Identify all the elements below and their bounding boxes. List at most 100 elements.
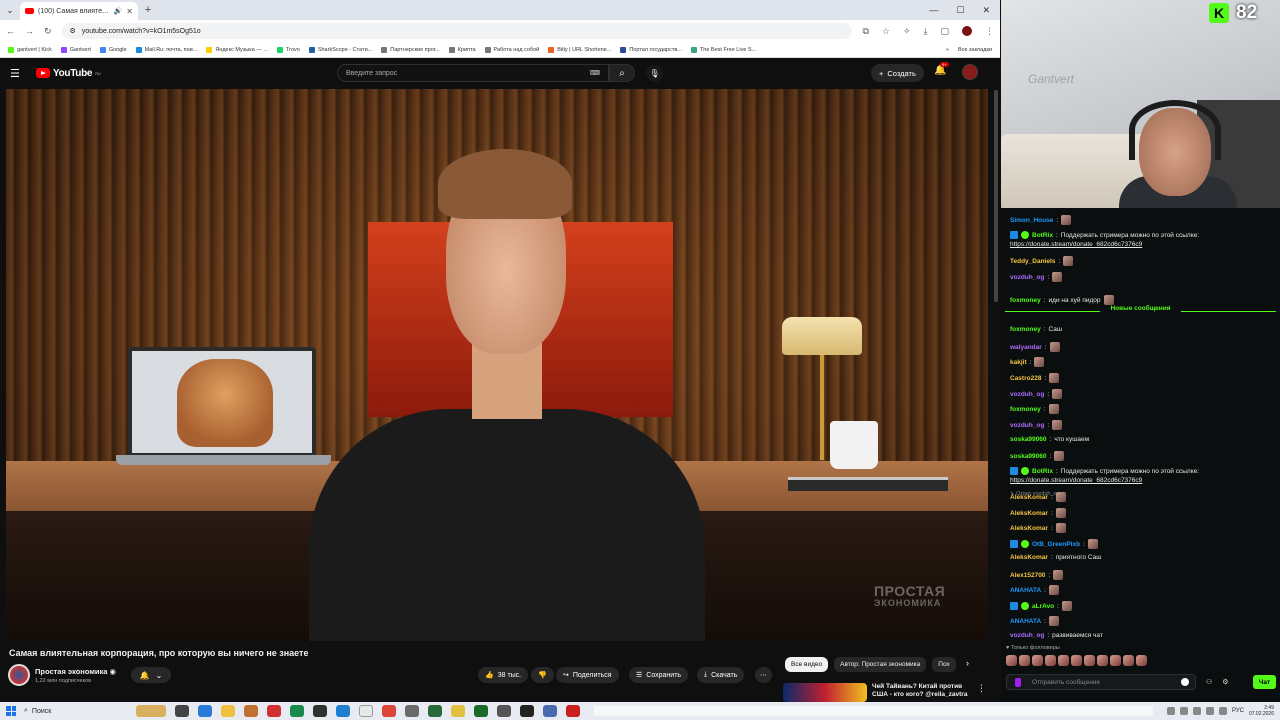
settings-gear-icon[interactable]: ⚙ [1222,678,1228,686]
split-view-icon[interactable]: ▢ [940,26,949,37]
app-icon[interactable] [313,705,327,717]
bookmark-item[interactable]: gantvert | Kick [8,46,52,53]
bookmark-item[interactable]: Крипта [448,46,476,53]
channel-name[interactable]: Простая экономика ◉ [35,667,116,676]
language-indicator[interactable]: РУС [1232,708,1244,714]
new-messages-divider[interactable]: Новые сообщения [1001,305,1280,317]
emoji-icon[interactable] [1181,678,1189,686]
recommended-video-thumbnail[interactable] [783,683,867,702]
chat-link[interactable]: https://donate.stream/donate_682cd6c7376… [1010,477,1142,484]
bookmark-item[interactable]: The Best Free Live S... [690,46,756,53]
chat-username[interactable]: ANAHATA [1010,618,1041,625]
chat-username[interactable]: vozduh_og [1010,391,1044,398]
chat-message-input[interactable]: Отправить сообщение [1006,674,1196,690]
app-icon[interactable] [543,705,557,717]
app-icon[interactable] [428,705,442,717]
maximize-icon[interactable]: ☐ [956,5,964,16]
share-button[interactable]: ↪ Поделиться [556,667,619,683]
notifications-button[interactable]: 🔔 9+ [934,62,949,76]
close-tab-icon[interactable]: ✕ [126,7,133,16]
bookmark-item[interactable]: Яндекс Музыка — ... [206,46,268,53]
bookmark-item[interactable]: Работа над собой [484,46,539,53]
chat-username[interactable]: Castro228 [1010,375,1041,382]
speaker-icon[interactable]: 🔊 [114,7,123,15]
chat-username[interactable]: Simon_House [1010,217,1053,224]
tray-icon[interactable] [1192,707,1201,715]
reload-icon[interactable]: ↻ [44,26,52,37]
subscription-bell-button[interactable]: 🔔 ⌄ [131,667,171,683]
tray-icon[interactable] [1166,707,1175,715]
like-button[interactable]: 👍 38 тыс. [478,667,529,683]
chat-username[interactable]: walyandar [1010,344,1042,351]
app-icon[interactable] [520,705,534,717]
chat-username[interactable]: AleksKomar [1010,494,1048,501]
recommended-video-title[interactable]: Чей Тайвань? Китай против США - кто кого… [872,683,976,702]
download-icon[interactable]: ⤓ [924,26,928,37]
bookmark-item[interactable]: Партнерские прог... [381,46,440,53]
all-bookmarks[interactable]: Все закладки [958,47,992,53]
search-button[interactable]: ⌕ [609,64,635,82]
site-info-icon[interactable]: ⚙ [70,27,76,35]
create-button[interactable]: + Создать [871,64,924,82]
chat-link[interactable]: https://donate.stream/donate_682cd6c7376… [1010,241,1142,248]
chat-username[interactable]: AleksKomar [1010,525,1048,532]
more-actions-button[interactable]: ⋯ [755,667,772,683]
hamburger-menu-icon[interactable]: ☰ [10,67,28,80]
close-window-icon[interactable]: ✕ [982,5,990,16]
back-icon[interactable]: ← [6,26,15,36]
account-avatar[interactable] [962,64,978,80]
bookmark-item[interactable]: Gantvert [60,46,91,53]
bookmarks-overflow-icon[interactable]: » [946,47,949,53]
bookmark-item[interactable]: Mail.Ru: почта, пои... [135,46,197,53]
chat-username[interactable]: soska99060 [1010,453,1047,460]
chat-username[interactable]: ANAHATA [1010,587,1041,594]
bookmark-item[interactable]: SharkScope - Стати... [308,46,372,53]
emote[interactable] [1110,655,1121,666]
filter-chip[interactable]: Автор: Простая экономика [834,657,927,672]
dislike-button[interactable]: 👎 [531,667,554,683]
emote[interactable] [1084,655,1095,666]
chevron-right-icon[interactable]: › [966,658,969,668]
chat-username[interactable]: vozduh_og [1010,274,1044,281]
emote[interactable] [1019,655,1030,666]
chat-username[interactable]: kakjit [1010,359,1027,366]
save-button[interactable]: ☰ Сохранить [629,667,689,683]
clock[interactable]: 2:49 07.02.2026 [1249,705,1274,717]
app-icon[interactable] [405,705,419,717]
cast-icon[interactable]: ⧉ [862,26,868,37]
emote[interactable] [1006,655,1017,666]
browser-tab-youtube[interactable]: (100) Самая влиятельная 🔊 ✕ [20,2,138,20]
chat-username[interactable]: soska99060 [1010,436,1047,443]
emote[interactable] [1097,655,1108,666]
forward-icon[interactable]: → [25,26,34,36]
chat-username[interactable]: AleksKomar [1010,554,1048,561]
chat-username[interactable]: foxmoney [1010,406,1041,413]
app-icon[interactable] [290,705,304,717]
bookmark-item[interactable]: Портал государств... [620,46,682,53]
profile-avatar[interactable] [962,26,972,36]
chat-username[interactable]: BotRix [1032,232,1053,239]
bookmark-item[interactable]: Bitly | URL Shortene... [548,46,611,53]
tray-icon[interactable] [1218,707,1227,715]
chat-send-button[interactable]: Чат [1253,675,1276,689]
keyboard-icon[interactable]: ⌨ [590,69,600,77]
chat-username[interactable]: aLrAvo [1032,603,1054,610]
more-vertical-icon[interactable]: ⋮ [977,683,986,694]
app-icon[interactable] [497,705,511,717]
channel-avatar[interactable] [8,664,30,686]
chat-username[interactable]: OtB_GreenPixb [1032,541,1080,548]
page-scrollbar[interactable] [994,90,998,302]
emote[interactable] [1123,655,1134,666]
bookmark-item[interactable]: Google [99,46,127,53]
video-player[interactable]: ПРОСТАЯ ЭКОНОМИКА [6,89,988,641]
menu-icon[interactable]: ⋮ [985,26,994,37]
chrome-icon[interactable] [382,705,396,717]
steam-icon[interactable] [359,705,373,717]
folder-icon[interactable] [221,705,235,717]
emote[interactable] [1136,655,1147,666]
taskbar-search[interactable]: ⌕ Поиск [24,707,120,715]
app-icon[interactable] [566,705,580,717]
emote[interactable] [1032,655,1043,666]
chat-username[interactable]: foxmoney [1010,326,1041,333]
app-icon[interactable] [267,705,281,717]
